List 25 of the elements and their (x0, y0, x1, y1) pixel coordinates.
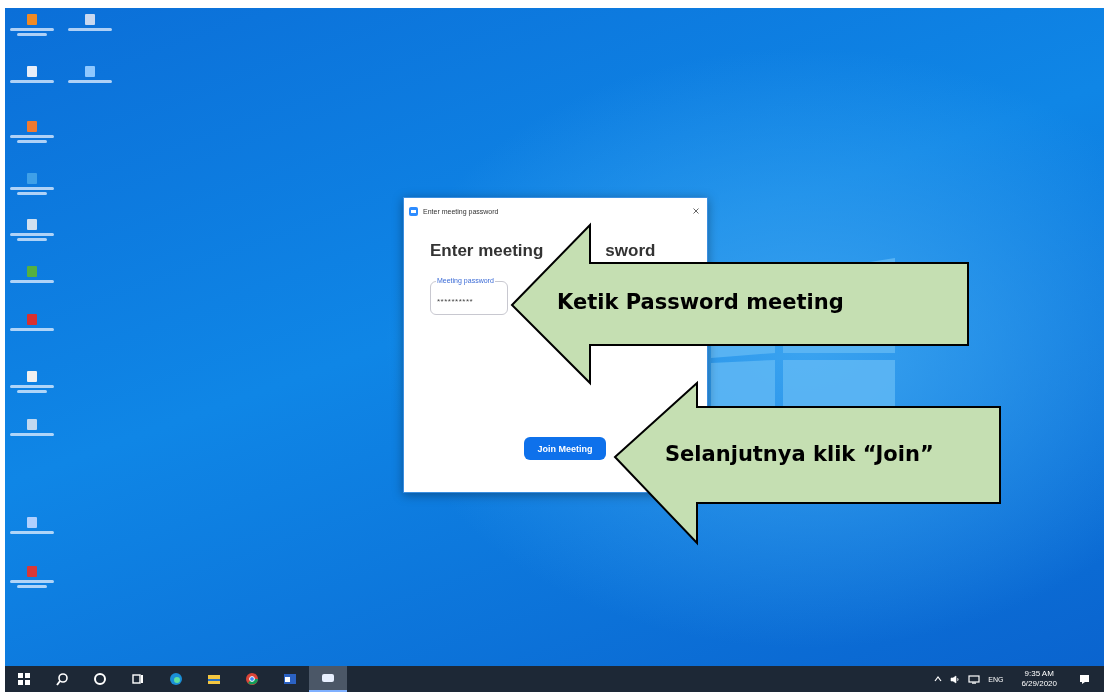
join-meeting-button[interactable]: Join Meeting (524, 437, 606, 460)
dialog-heading: Enter meeting (430, 241, 544, 261)
callout-text: Ketik Password meeting (557, 290, 844, 314)
dialog-heading: sword (605, 241, 656, 261)
close-icon (693, 208, 699, 214)
video-icon (321, 671, 335, 685)
browser-icon (245, 672, 259, 686)
notification-icon[interactable] (1079, 673, 1090, 685)
speaker-icon[interactable] (950, 674, 961, 684)
chevron-up-icon[interactable] (934, 676, 943, 682)
field-value: ********** (437, 296, 474, 306)
taskbar-button[interactable] (309, 666, 347, 692)
close-button[interactable] (693, 208, 699, 214)
monitor-icon[interactable] (968, 674, 981, 684)
clock-date: 6/29/2020 (1021, 679, 1057, 689)
document-icon (283, 672, 297, 686)
clock-time: 9:35 AM (1024, 669, 1054, 679)
app-icon (409, 206, 418, 216)
circle-icon (93, 672, 107, 686)
search-icon (55, 672, 69, 686)
windows-icon (17, 672, 31, 686)
callout-text: Selanjutnya klik “Join” (665, 442, 934, 466)
browser-icon (169, 672, 183, 686)
folder-icon (207, 672, 221, 686)
task-view-icon (131, 672, 145, 686)
